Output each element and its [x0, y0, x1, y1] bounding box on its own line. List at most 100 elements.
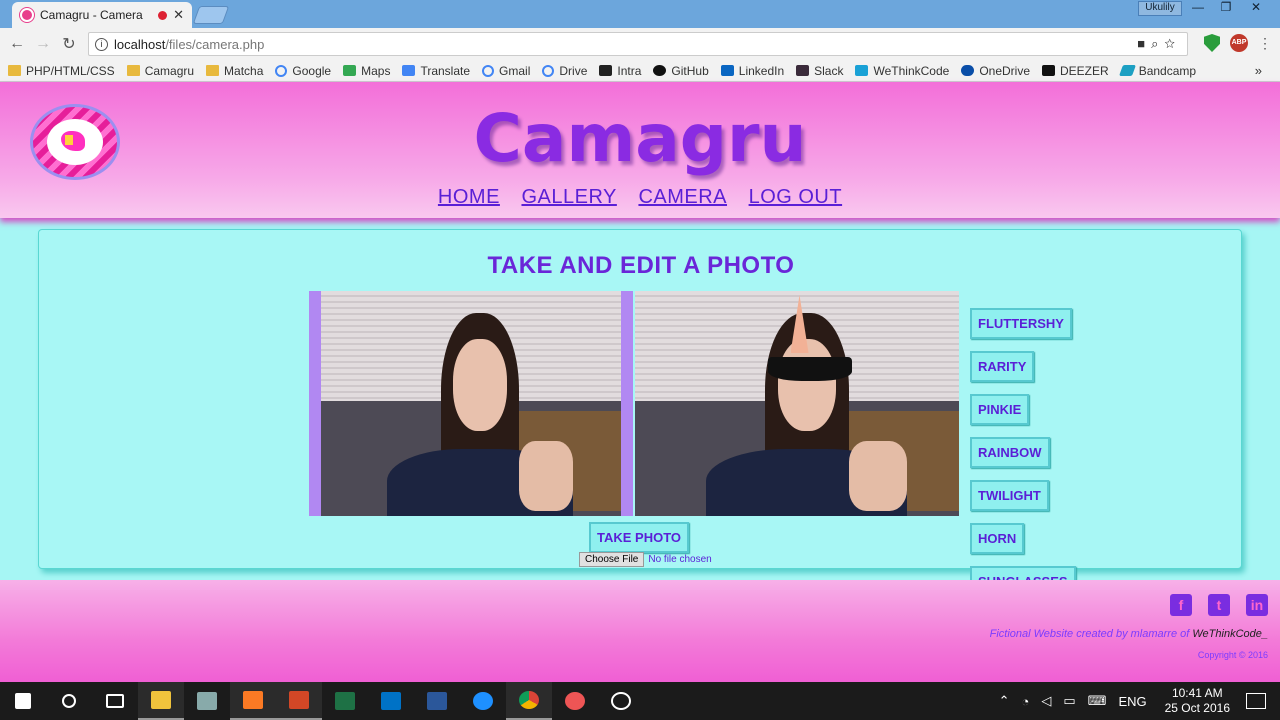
bookmark[interactable]: OneDrive	[961, 64, 1030, 78]
windows-start-icon[interactable]	[0, 682, 46, 720]
bookmark[interactable]: Translate	[402, 64, 470, 78]
file-explorer-icon[interactable]	[138, 682, 184, 720]
url-host: localhost	[114, 36, 166, 52]
bookmark-label: Intra	[617, 63, 642, 78]
xampp-icon[interactable]	[230, 682, 276, 720]
bookmark[interactable]: DEEZER	[1042, 64, 1109, 78]
rainbow-button[interactable]: RAINBOW	[970, 437, 1050, 468]
bookmark-label: Google	[292, 63, 332, 78]
github-icon	[653, 65, 667, 76]
restore-button[interactable]: ❐	[1212, 0, 1240, 18]
intra-icon	[599, 65, 613, 76]
xbox-icon[interactable]	[598, 682, 644, 720]
address-bar-actions[interactable]: ■⌕☆	[1137, 36, 1181, 52]
bookmark[interactable]: Matcha	[206, 64, 263, 78]
url-path: /files/camera.php	[165, 36, 265, 52]
back-icon[interactable]: ←	[4, 35, 30, 53]
nav-home[interactable]: HOME	[438, 186, 500, 208]
thumbs-up-hand	[848, 441, 908, 511]
credit-brand: WeThinkCode_	[1192, 628, 1268, 640]
notification-icon[interactable]	[1246, 693, 1266, 709]
clock[interactable]: 10:41 AM 25 Oct 2016	[1165, 686, 1230, 716]
bookmark-label: WeThinkCode	[873, 63, 950, 78]
nav-logout[interactable]: LOG OUT	[749, 186, 843, 208]
more-bookmarks-button[interactable]: »	[1255, 63, 1262, 78]
bookmark[interactable]: Slack	[796, 64, 843, 78]
bookmark[interactable]: Drive	[542, 64, 587, 78]
bookmark[interactable]: Maps	[343, 64, 390, 78]
twilight-button[interactable]: TWILIGHT	[970, 480, 1049, 511]
fluttershy-button[interactable]: FLUTTERSHY	[970, 308, 1072, 339]
nav-camera[interactable]: CAMERA	[638, 186, 727, 208]
bookmark[interactable]: PHP/HTML/CSS	[8, 64, 115, 78]
system-tray: ⌃ ◔ ◁ ▭ ⌨ ENG 10:41 AM 25 Oct 2016	[993, 682, 1280, 720]
camera-card: TAKE AND EDIT A PHOTO FLUTTERSHY RARITY …	[38, 229, 1242, 597]
bookmark[interactable]: Google	[275, 64, 331, 78]
clock-time: 10:41 AM	[1171, 686, 1223, 700]
choose-file-button[interactable]: Choose File	[579, 552, 645, 567]
bookmark-label: OneDrive	[979, 63, 1030, 78]
outlook-icon[interactable]	[368, 682, 414, 720]
app-icon[interactable]	[552, 682, 598, 720]
take-photo-button[interactable]: TAKE PHOTO	[589, 522, 690, 553]
bookmark[interactable]: GitHub	[653, 63, 709, 78]
pinkie-button[interactable]: PINKIE	[970, 394, 1030, 425]
bookmarks-bar: PHP/HTML/CSS Camagru Matcha Google Maps …	[0, 60, 1280, 82]
bookmark-label: Gmail	[499, 63, 531, 78]
volume-icon[interactable]: ◁	[1041, 693, 1051, 709]
word-icon[interactable]	[414, 682, 460, 720]
browser-menu-icon[interactable]: ⋮	[1258, 35, 1272, 52]
adblock-extension-icon[interactable]: ABP	[1230, 34, 1248, 52]
address-bar[interactable]: i localhost/files/camera.php ■⌕☆	[88, 32, 1188, 56]
battery-icon[interactable]: ▭	[1063, 693, 1075, 709]
close-window-button[interactable]: ✕	[1242, 0, 1270, 18]
wifi-icon[interactable]: ◔	[1022, 694, 1030, 709]
shield-extension-icon[interactable]	[1204, 34, 1220, 52]
excel-icon[interactable]	[322, 682, 368, 720]
bookmark-label: Drive	[559, 63, 588, 78]
file-upload: Choose File No file chosen	[579, 552, 712, 567]
bookmark-label: GitHub	[671, 63, 709, 78]
chevron-up-icon[interactable]: ⌃	[999, 693, 1010, 709]
credit-text: Fictional Website created by mlamarre of	[989, 628, 1190, 640]
folder-icon	[206, 65, 220, 76]
facebook-icon[interactable]: f	[1170, 594, 1192, 616]
nav-gallery[interactable]: GALLERY	[521, 186, 616, 208]
bookmark-label: Bandcamp	[1138, 63, 1197, 78]
chrome-icon[interactable]	[506, 682, 552, 720]
rarity-button[interactable]: RARITY	[970, 351, 1035, 382]
reload-icon[interactable]: ↻	[56, 34, 82, 54]
twitter-icon[interactable]: t	[1208, 594, 1230, 616]
new-tab-button[interactable]	[192, 6, 230, 24]
browser-titlebar: Camagru - Camera ✕ Ukulily — ❐ ✕	[0, 0, 1280, 28]
horn-button[interactable]: HORN	[970, 523, 1025, 554]
language-indicator[interactable]: ENG	[1118, 694, 1146, 709]
info-icon[interactable]: i	[95, 37, 108, 51]
bookmark[interactable]: LinkedIn	[720, 64, 784, 78]
site-nav: HOME GALLERY CAMERA LOG OUT	[0, 186, 1280, 209]
bookmark[interactable]: Intra	[599, 64, 641, 78]
social-links: f t in	[1170, 594, 1268, 616]
bookmark[interactable]: Camagru	[126, 64, 194, 78]
bookmark[interactable]: WeThinkCode	[855, 64, 949, 78]
minimize-button[interactable]: —	[1184, 0, 1212, 18]
linkedin-icon[interactable]: in	[1246, 594, 1268, 616]
tab-close-button[interactable]: ✕	[173, 7, 184, 23]
search-icon[interactable]	[46, 682, 92, 720]
overlay-buttons: FLUTTERSHY RARITY PINKIE RAINBOW TWILIGH…	[970, 308, 1080, 609]
google-icon	[482, 64, 495, 77]
bookmark[interactable]: Gmail	[482, 64, 530, 78]
powerpoint-icon[interactable]	[276, 682, 322, 720]
forward-icon[interactable]: →	[30, 35, 56, 53]
edge-icon[interactable]	[460, 682, 506, 720]
task-view-icon[interactable]	[92, 682, 138, 720]
browser-tab[interactable]: Camagru - Camera ✕	[12, 2, 192, 28]
bookmark-label: PHP/HTML/CSS	[26, 63, 115, 78]
bookmark[interactable]: Bandcamp	[1118, 63, 1197, 78]
thumbs-up-hand	[519, 441, 573, 511]
store-icon[interactable]	[184, 682, 230, 720]
keyboard-icon[interactable]: ⌨	[1088, 693, 1107, 709]
windows-taskbar: ⌃ ◔ ◁ ▭ ⌨ ENG 10:41 AM 25 Oct 2016	[0, 682, 1280, 720]
bookmark-label: Matcha	[224, 63, 264, 78]
profile-button[interactable]: Ukulily	[1138, 1, 1182, 16]
